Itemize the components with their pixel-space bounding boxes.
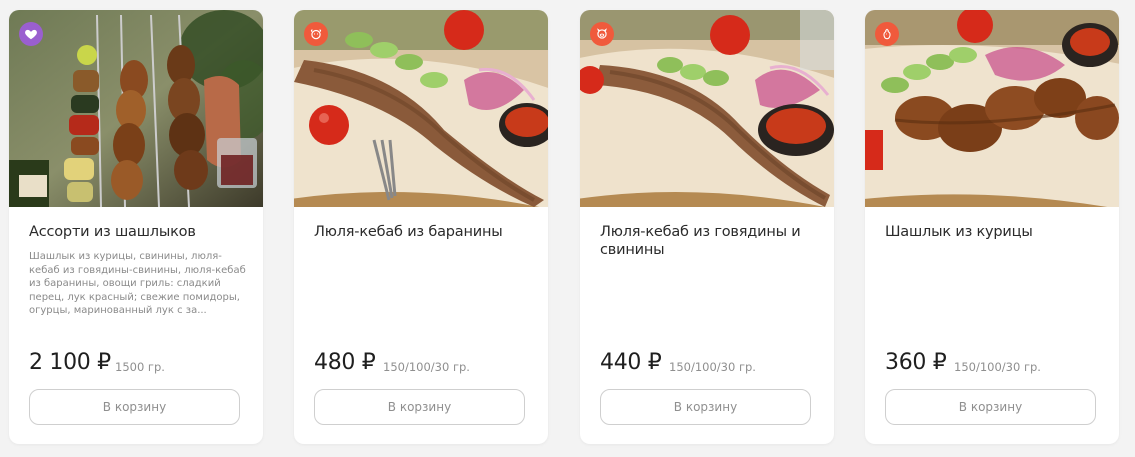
product-title[interactable]: Люля-кебаб из говядины и свинины: [600, 223, 820, 259]
product-card[interactable]: Ассорти из шашлыков Шашлык из курицы, св…: [9, 10, 263, 444]
add-to-cart-button[interactable]: В корзину: [600, 389, 811, 425]
product-weight: 150/100/30 гр.: [669, 360, 756, 374]
add-to-cart-button[interactable]: В корзину: [314, 389, 525, 425]
badge-sheep: [304, 22, 328, 46]
product-weight: 1500 гр.: [115, 360, 165, 374]
product-title[interactable]: Ассорти из шашлыков: [29, 223, 249, 241]
beef-pork-lyulya-kebab-photo: [580, 10, 834, 207]
chicken-icon: [883, 28, 891, 40]
product-photo[interactable]: [9, 10, 263, 207]
sheep-icon: [310, 29, 322, 40]
product-price: 440 ₽: [600, 350, 662, 375]
badge-heart: [19, 22, 43, 46]
product-grid: Ассорти из шашлыков Шашлык из курицы, св…: [9, 10, 1120, 444]
badge-pig: [590, 22, 614, 46]
add-to-cart-button[interactable]: В корзину: [885, 389, 1096, 425]
product-photo[interactable]: [865, 10, 1119, 207]
product-card[interactable]: Люля-кебаб из баранины 480 ₽ 150/100/30 …: [294, 10, 548, 444]
chicken-shashlik-photo: [865, 10, 1119, 207]
badge-chicken: [875, 22, 899, 46]
product-price: 360 ₽: [885, 350, 947, 375]
product-description: Шашлык из курицы, свинины, люля-кебаб из…: [29, 251, 246, 316]
product-title[interactable]: Люля-кебаб из баранины: [314, 223, 534, 241]
product-weight: 150/100/30 гр.: [954, 360, 1041, 374]
lamb-lyulya-kebab-photo: [294, 10, 548, 207]
product-photo[interactable]: [580, 10, 834, 207]
product-price: 480 ₽: [314, 350, 376, 375]
heart-icon: [25, 29, 37, 40]
product-price: 2 100 ₽: [29, 350, 111, 375]
product-card[interactable]: Люля-кебаб из говядины и свинины 440 ₽ 1…: [580, 10, 834, 444]
shashlik-assorti-photo: [9, 10, 263, 207]
product-title[interactable]: Шашлык из курицы: [885, 223, 1105, 241]
add-to-cart-button[interactable]: В корзину: [29, 389, 240, 425]
product-photo[interactable]: [294, 10, 548, 207]
pig-icon: [597, 28, 607, 39]
product-card[interactable]: Шашлык из курицы 360 ₽ 150/100/30 гр. В …: [865, 10, 1119, 444]
product-weight: 150/100/30 гр.: [383, 360, 470, 374]
